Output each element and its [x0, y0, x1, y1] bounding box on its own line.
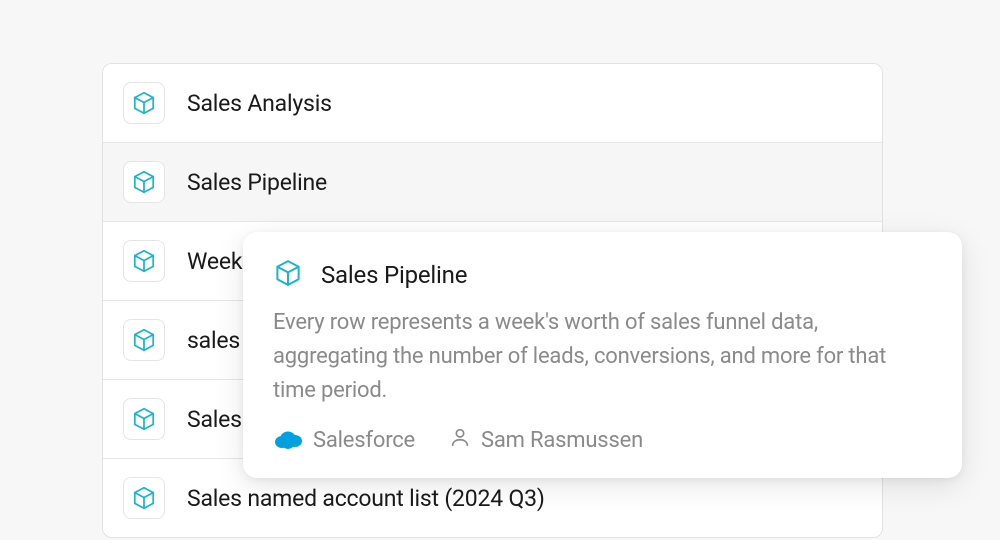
list-item-label: sales — [187, 327, 240, 354]
cube-icon — [123, 240, 165, 282]
list-item[interactable]: Sales Analysis — [103, 64, 882, 143]
list-item-label: Sales Pipeline — [187, 169, 327, 196]
popover-source-label: Salesforce — [313, 428, 415, 453]
list-item-label: Sales Analysis — [187, 90, 332, 117]
popover-description: Every row represents a week's worth of s… — [273, 306, 932, 408]
cube-icon — [123, 477, 165, 519]
popover-owner: Sam Rasmussen — [449, 426, 643, 454]
popover-owner-label: Sam Rasmussen — [481, 428, 643, 453]
list-item-label: Sales named account list (2024 Q3) — [187, 485, 545, 512]
popover-title: Sales Pipeline — [321, 261, 467, 289]
popover-source: Salesforce — [273, 428, 415, 453]
list-item-label: Sales — [187, 406, 242, 433]
user-icon — [449, 426, 471, 454]
cube-icon — [273, 258, 303, 292]
dataset-popover: Sales Pipeline Every row represents a we… — [243, 232, 962, 478]
cube-icon — [123, 319, 165, 361]
cube-icon — [123, 161, 165, 203]
popover-meta: Salesforce Sam Rasmussen — [273, 426, 932, 454]
cube-icon — [123, 82, 165, 124]
list-item[interactable]: Sales Pipeline — [103, 143, 882, 222]
cube-icon — [123, 398, 165, 440]
salesforce-icon — [273, 429, 303, 451]
popover-header: Sales Pipeline — [273, 258, 932, 292]
